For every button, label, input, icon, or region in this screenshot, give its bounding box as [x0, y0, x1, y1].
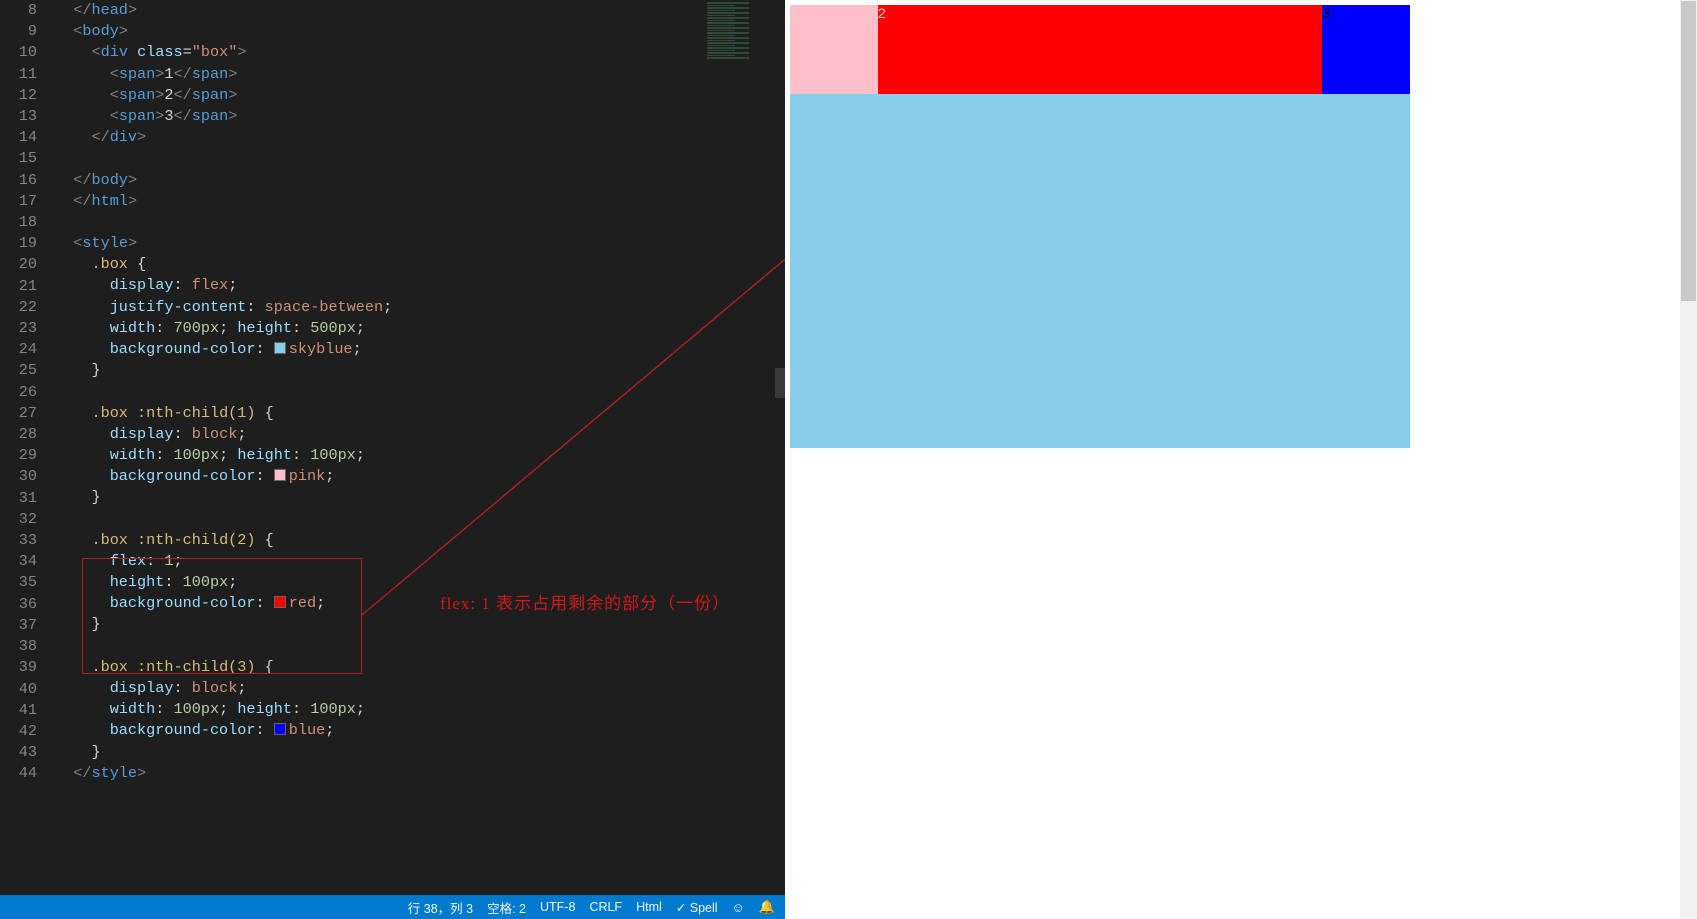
scroll-divider[interactable] [775, 368, 785, 398]
status-line-col[interactable]: 行 38，列 3 [408, 898, 473, 917]
notification-icon[interactable]: 🔔 [759, 899, 775, 915]
annotation-text: flex: 1 表示占用剩余的部分（一份） [440, 593, 730, 614]
status-encoding[interactable]: UTF-8 [540, 900, 575, 914]
feedback-icon[interactable]: ☺ [732, 900, 745, 915]
browser-preview: 1 2 3 [785, 0, 1697, 919]
code-area[interactable]: 8910111213141516171819202122232425262728… [0, 0, 785, 895]
flex-container-box: 1 2 3 [790, 5, 1410, 448]
flex-item-3: 3 [1322, 5, 1410, 94]
editor-pane: 8910111213141516171819202122232425262728… [0, 0, 785, 919]
line-number-gutter: 8910111213141516171819202122232425262728… [0, 0, 55, 895]
status-bar: 行 38，列 3 空格: 2 UTF-8 CRLF Html ✓ Spell ☺… [0, 895, 785, 919]
preview-scrollbar-thumb[interactable] [1681, 1, 1696, 301]
flex-item-2: 2 [878, 5, 1322, 94]
status-eol[interactable]: CRLF [589, 900, 622, 914]
status-spaces[interactable]: 空格: 2 [487, 898, 526, 917]
code-lines[interactable]: </head> <body> <div class="box"> <span>1… [55, 0, 785, 895]
status-spell[interactable]: ✓ Spell [676, 900, 718, 915]
flex-item-1: 1 [790, 5, 878, 94]
preview-scrollbar-vertical[interactable] [1680, 0, 1697, 919]
status-language[interactable]: Html [636, 900, 662, 914]
